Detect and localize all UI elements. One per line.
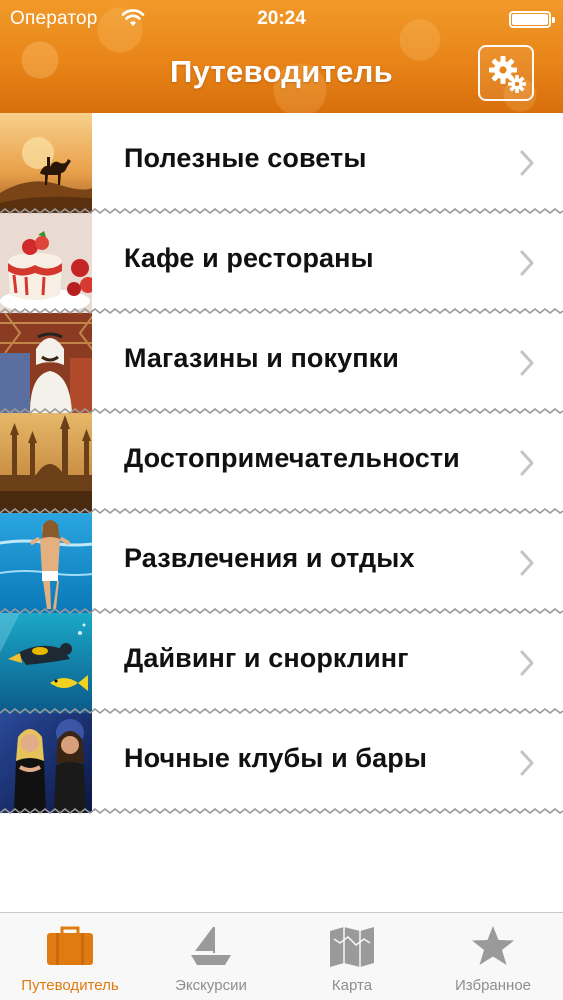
nightclub-women-photo — [0, 713, 100, 813]
camel-desert-photo — [0, 113, 100, 213]
list-item-dostoprimechatelnosti[interactable]: Достопримечательности — [0, 413, 563, 515]
zigzag-edge — [92, 613, 106, 713]
chevron-right-icon — [520, 750, 534, 776]
list-item-poleznye-sovety[interactable]: Полезные советы — [0, 113, 563, 215]
zigzag-divider — [0, 208, 563, 215]
list-item-label: Развлечения и отдых — [124, 543, 415, 573]
zigzag-divider — [0, 608, 563, 615]
settings-button[interactable] — [478, 45, 534, 101]
zigzag-edge — [92, 213, 106, 313]
tab-karta[interactable]: Карта — [282, 913, 422, 1000]
tab-label: Путеводитель — [21, 977, 119, 994]
chevron-right-icon — [520, 550, 534, 576]
list-item-label: Достопримечательности — [124, 443, 460, 473]
tab-label: Карта — [331, 977, 373, 994]
chevron-right-icon — [520, 150, 534, 176]
list-item-nochnye-kluby-i-bary[interactable]: Ночные клубы и бары — [0, 713, 563, 815]
status-bar: Оператор 20:24 — [0, 0, 563, 38]
zigzag-edge — [92, 513, 106, 613]
zigzag-edge — [92, 113, 106, 213]
zigzag-divider — [0, 408, 563, 415]
mosque-skyline-photo — [0, 413, 100, 513]
chevron-right-icon — [520, 350, 534, 376]
map-icon — [330, 927, 374, 967]
list-item-label: Дайвинг и снорклинг — [124, 643, 409, 673]
list-item-label: Полезные советы — [124, 143, 367, 173]
zigzag-edge — [92, 713, 106, 813]
chevron-right-icon — [520, 250, 534, 276]
tab-putevoditel[interactable]: Путеводитель — [0, 913, 140, 1000]
tab-label: Экскурсии — [175, 977, 247, 994]
list-item-label: Магазины и покупки — [124, 343, 399, 373]
chevron-right-icon — [520, 650, 534, 676]
suitcase-icon — [47, 926, 93, 965]
chevron-right-icon — [520, 450, 534, 476]
zigzag-edge — [92, 313, 106, 413]
tab-ekskursii[interactable]: Экскурсии — [141, 913, 281, 1000]
beach-woman-photo — [0, 513, 100, 613]
status-time: 20:24 — [257, 8, 306, 29]
sailboat-icon — [191, 927, 231, 965]
dessert-strawberry-photo — [0, 213, 100, 313]
tab-izbrannoe[interactable]: Избранное — [423, 913, 563, 1000]
category-list: Полезные советы Кафе и рестораны Магазин… — [0, 113, 563, 815]
gears-icon — [489, 56, 526, 93]
battery-fill — [512, 14, 548, 25]
list-item-razvlecheniya-i-otdykh[interactable]: Развлечения и отдых — [0, 513, 563, 615]
list-item-label: Ночные клубы и бары — [124, 743, 428, 773]
list-item-dayving-i-snorkeling[interactable]: Дайвинг и снорклинг — [0, 613, 563, 715]
zigzag-divider — [0, 508, 563, 515]
navigation-header: Оператор 20:24 Путеводитель — [0, 0, 563, 113]
list-item-label: Кафе и рестораны — [124, 243, 374, 273]
star-icon — [472, 926, 514, 965]
list-item-kafe-i-restorany[interactable]: Кафе и рестораны — [0, 213, 563, 315]
carpet-seller-photo — [0, 313, 100, 413]
tab-bar: Путеводитель Экскурсии Карта Избранное — [0, 912, 563, 1000]
zigzag-edge — [92, 413, 106, 513]
zigzag-divider — [0, 808, 563, 815]
zigzag-divider — [0, 708, 563, 715]
battery-icon — [509, 11, 555, 28]
tab-label: Избранное — [454, 977, 532, 994]
list-item-magaziny-i-pokupki[interactable]: Магазины и покупки — [0, 313, 563, 415]
diver-underwater-photo — [0, 613, 100, 713]
zigzag-divider — [0, 308, 563, 315]
